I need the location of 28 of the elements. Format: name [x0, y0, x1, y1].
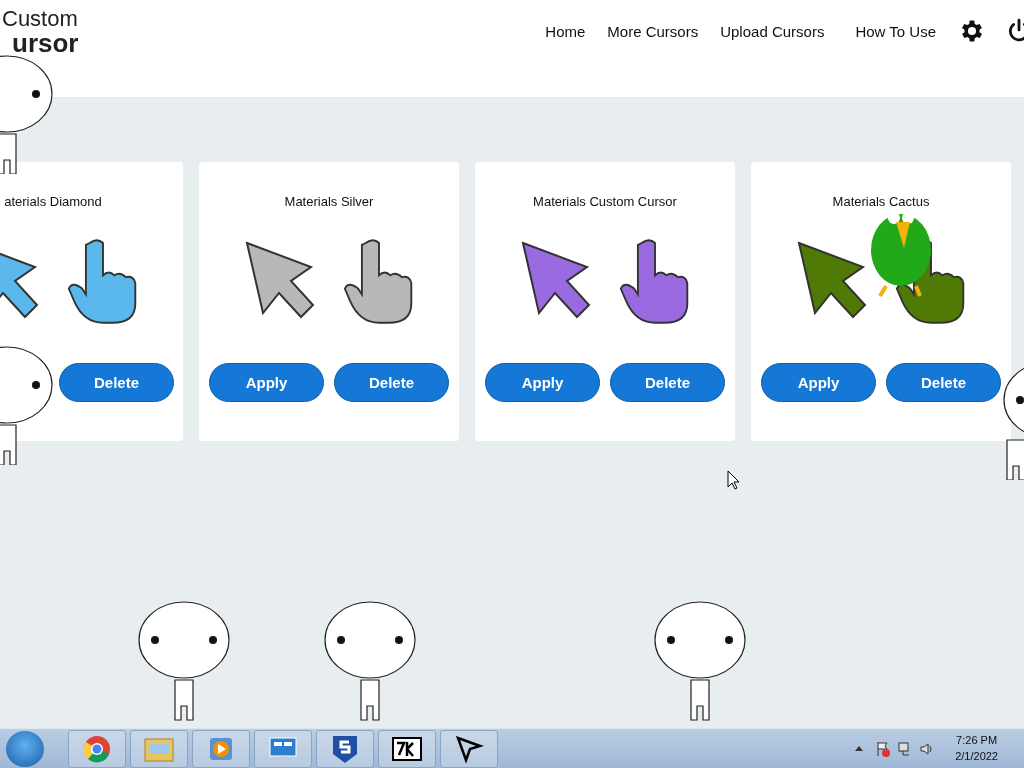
flag-icon[interactable] [875, 740, 892, 757]
card-title: Materials Custom Cursor [533, 194, 677, 209]
card-title: Materials Silver [284, 194, 374, 209]
show-hidden-icons-icon[interactable] [855, 746, 864, 751]
cursor-taskbar-icon[interactable] [440, 729, 498, 768]
shield-taskbar-icon[interactable] [316, 729, 374, 768]
apply-button[interactable]: Apply [209, 363, 324, 402]
card-title: aterials Diamond [4, 194, 102, 209]
delete-button[interactable]: Delete [334, 363, 449, 402]
card-title: Materials Cactus [832, 194, 930, 209]
delete-button[interactable]: Delete [886, 363, 1001, 402]
logo-text: ursor [12, 30, 79, 56]
delete-button[interactable]: Delete [610, 363, 725, 402]
clock-date: 2/1/2022 [955, 748, 998, 764]
archive-taskbar-icon[interactable] [378, 729, 436, 768]
apply-button[interactable]: Apply [761, 363, 876, 402]
logo-text: Custom [2, 8, 79, 30]
delete-button[interactable]: Delete [59, 363, 174, 402]
control-panel-taskbar-icon[interactable] [254, 729, 312, 768]
start-button[interactable] [6, 730, 44, 767]
browser-taskbar-icon[interactable] [68, 729, 126, 768]
nav-link[interactable]: More Cursors [607, 22, 699, 40]
apply-button[interactable]: Apply [485, 363, 600, 402]
nav-link[interactable]: How To Use [855, 22, 936, 40]
nav-link[interactable]: Home [545, 22, 586, 40]
clock-time: 7:26 PM [956, 733, 998, 749]
mouse-pointer-icon [727, 470, 741, 490]
nav-link[interactable]: Upload Cursors [720, 22, 825, 40]
